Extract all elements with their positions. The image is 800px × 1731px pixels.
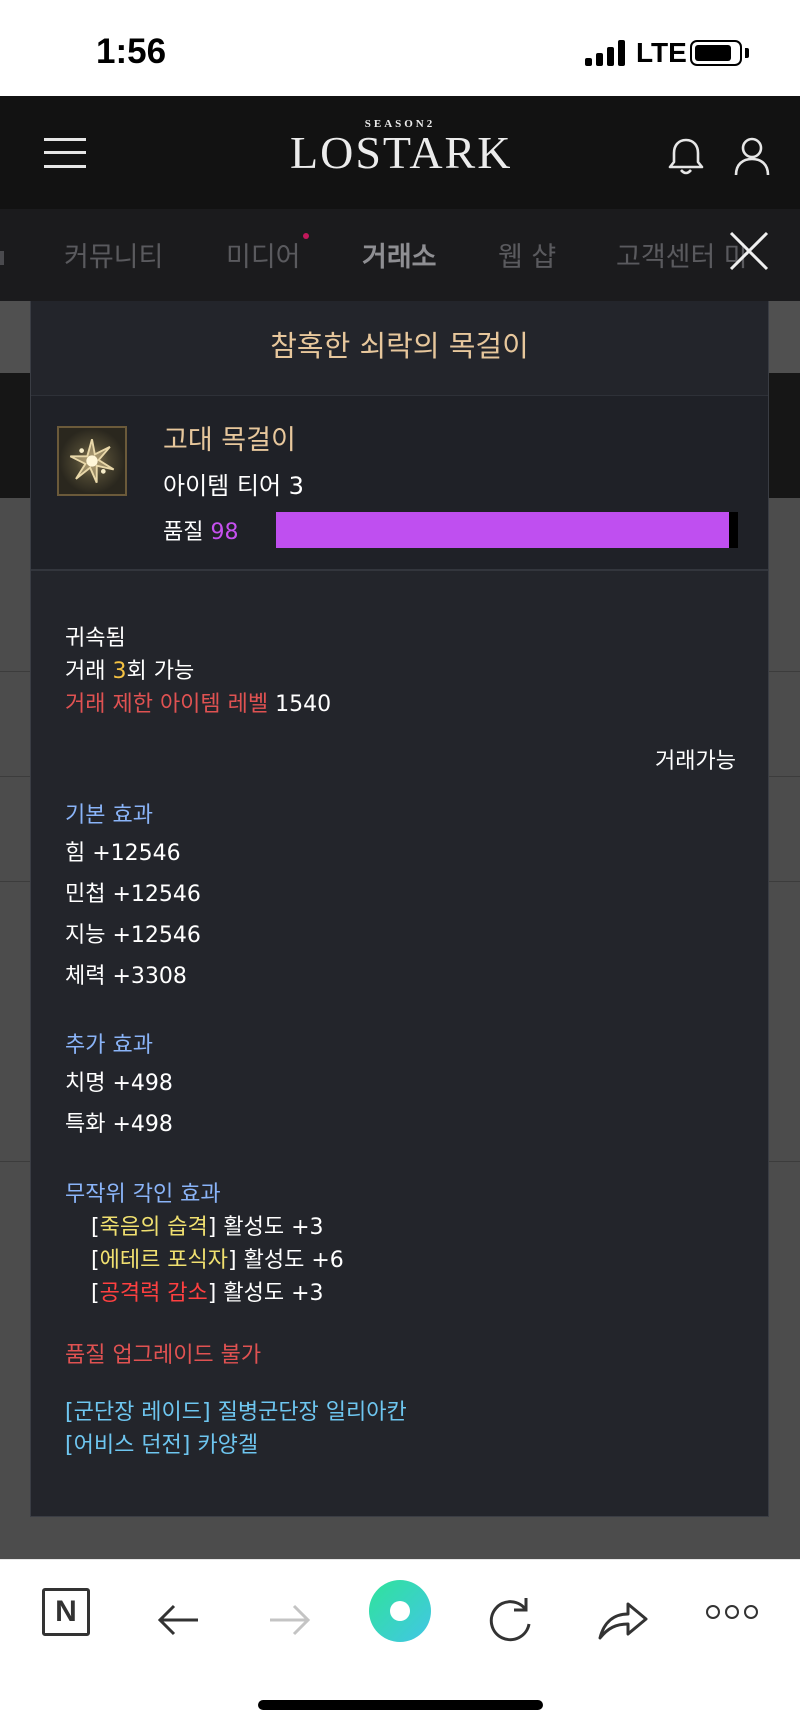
- base-effect-line: 지능 +12546: [65, 923, 201, 948]
- site-header: SEASON2 LOSTARK: [0, 96, 800, 209]
- engraving-value: 활성도 +3: [223, 1215, 324, 1240]
- engraving-value: 활성도 +3: [223, 1281, 324, 1306]
- more-icon[interactable]: [706, 1603, 760, 1623]
- tradable-status: 거래가능: [655, 749, 736, 774]
- quality-label: 품질 98: [163, 514, 238, 546]
- nav-item-market[interactable]: 거래소: [362, 235, 437, 274]
- trade-count: 거래 3회 가능: [65, 653, 194, 685]
- base-effect-line: 힘 +12546: [65, 841, 181, 866]
- menu-icon[interactable]: [44, 138, 86, 168]
- home-indicator: [258, 1700, 543, 1710]
- item-name: 참혹한 쇠락의 목걸이: [31, 301, 768, 396]
- extra-effect-line: 치명 +498: [65, 1071, 173, 1096]
- close-icon[interactable]: [726, 228, 772, 274]
- bound-status: 귀속됨: [65, 626, 126, 651]
- engraving-line: [공격력 감소] 활성도 +3: [91, 1281, 324, 1306]
- extra-effect-line: 특화 +498: [65, 1112, 173, 1137]
- item-type: 고대 목걸이: [163, 425, 296, 456]
- base-effect-line: 체력 +3308: [65, 964, 187, 989]
- trade-restrict-level: 1540: [275, 692, 332, 717]
- trade-count-value: 3: [112, 659, 127, 684]
- nav-item-media[interactable]: 미디어: [226, 235, 301, 274]
- main-nav: 커뮤니티 미디어 거래소 웹 샵 고객센터 마: [0, 209, 800, 301]
- trade-prefix: 거래: [65, 659, 113, 684]
- trade-suffix: 회 가능: [126, 659, 195, 684]
- source-link[interactable]: [군단장 레이드] 질병군단장 일리아칸: [65, 1394, 407, 1426]
- item-tier: 아이템 티어 3: [163, 472, 304, 500]
- logo-title: LOSTARK: [290, 127, 513, 178]
- engraving-line: [죽음의 습격] 활성도 +3: [91, 1215, 324, 1240]
- base-effects-title: 기본 효과: [65, 803, 153, 828]
- new-dot-badge: [303, 233, 309, 239]
- bell-icon[interactable]: [664, 134, 708, 178]
- quality-bar-fill: [276, 512, 729, 548]
- quality-value: 98: [210, 520, 239, 545]
- necklace-icon: [57, 426, 127, 496]
- lostark-logo[interactable]: SEASON2 LOSTARK: [290, 118, 510, 188]
- item-header: 고대 목걸이 아이템 티어 3 품질 98: [31, 396, 768, 571]
- network-label: LTE: [636, 37, 687, 68]
- status-time: 1:56: [96, 32, 167, 71]
- share-icon[interactable]: [590, 1588, 654, 1652]
- trade-restriction: 거래 제한 아이템 레벨 1540: [65, 686, 331, 718]
- quality-bar: [276, 512, 738, 548]
- base-effect-line: 민첩 +12546: [65, 882, 201, 907]
- engraving-name: 에테르 포식자: [99, 1248, 229, 1273]
- forward-arrow-icon[interactable]: [258, 1588, 322, 1652]
- engraving-line: [에테르 포식자] 활성도 +6: [91, 1248, 344, 1273]
- item-tooltip-modal: 참혹한 쇠락의 목걸이 고대 목걸이 아이템 티어 3 품질 98 귀속됨 거래…: [30, 301, 769, 1517]
- trade-restrict-label: 거래 제한 아이템 레벨: [65, 692, 269, 717]
- reload-icon[interactable]: [478, 1588, 542, 1652]
- battery-icon: [690, 40, 742, 66]
- nav-item-community[interactable]: 커뮤니티: [64, 235, 163, 274]
- source-link[interactable]: [어비스 던전] 카양겔: [65, 1427, 258, 1459]
- home-circle-button[interactable]: [369, 1580, 431, 1642]
- engravings-title: 무작위 각인 효과: [65, 1182, 221, 1207]
- nav-scroll-edge: [0, 251, 4, 265]
- user-icon[interactable]: [730, 134, 774, 178]
- engraving-name: 공격력 감소: [99, 1281, 208, 1306]
- engraving-value: 활성도 +6: [243, 1248, 344, 1273]
- extra-effects-title: 추가 효과: [65, 1033, 153, 1058]
- quality-label-text: 품질: [163, 520, 204, 545]
- battery-nub: [745, 48, 749, 58]
- nav-item-webshop[interactable]: 웹 샵: [498, 235, 556, 274]
- naver-n-button[interactable]: N: [42, 1588, 90, 1636]
- signal-icon: [585, 40, 627, 66]
- upgrade-notice: 품질 업그레이드 불가: [65, 1343, 262, 1368]
- engraving-name: 죽음의 습격: [99, 1215, 208, 1240]
- status-bar: 1:56 LTE: [0, 0, 800, 96]
- back-arrow-icon[interactable]: [146, 1588, 210, 1652]
